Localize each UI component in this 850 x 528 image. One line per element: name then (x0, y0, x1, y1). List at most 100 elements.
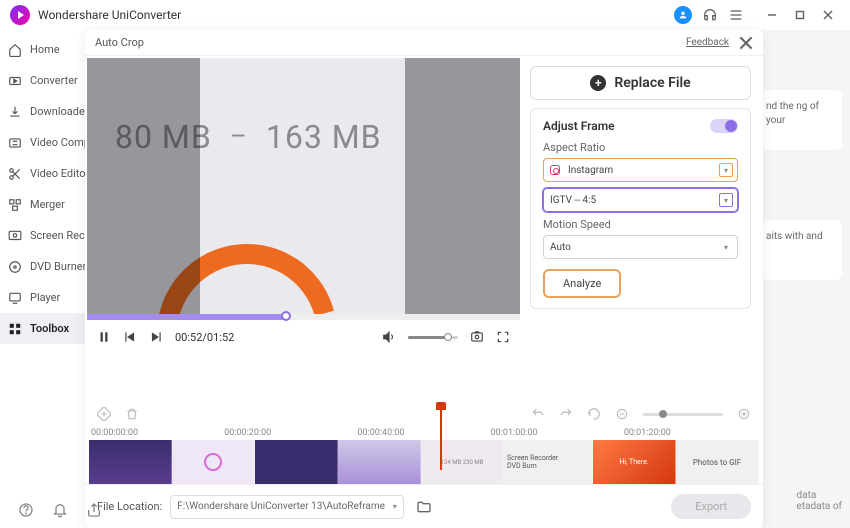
maximize-button[interactable] (788, 5, 812, 25)
chevron-down-icon: ▾ (719, 163, 733, 177)
recorder-icon (8, 229, 22, 243)
motion-speed-label: Motion Speed (543, 218, 738, 231)
adjust-frame-toggle[interactable] (710, 119, 738, 133)
sidebar-item-dvd[interactable]: DVD Burner (0, 251, 85, 282)
instagram-icon (550, 165, 560, 175)
titlebar: Wondershare UniConverter (0, 0, 850, 30)
aspect-preset-select[interactable]: IGTV -- 4:5 ▾ (543, 188, 738, 212)
sidebar-item-compressor[interactable]: Video Compressor (0, 127, 85, 158)
timeline-thumb[interactable] (338, 440, 421, 484)
bg-card: nd the ng of your (762, 90, 842, 150)
timeline-thumb[interactable] (255, 440, 338, 484)
app-title: Wondershare UniConverter (38, 8, 674, 22)
bg-card: aits with and (762, 220, 842, 280)
sidebar-label: Merger (30, 198, 65, 211)
timeline-thumb[interactable]: 124 MB 230 MB (421, 440, 504, 484)
undo-button[interactable] (531, 407, 545, 421)
plus-icon: + (590, 75, 606, 91)
playhead[interactable] (440, 406, 442, 470)
zoom-out-icon[interactable] (615, 407, 629, 421)
sidebar: Home Converter Downloader Video Compress… (0, 30, 85, 528)
converter-icon (8, 74, 22, 88)
fullscreen-button[interactable] (496, 330, 510, 344)
sidebar-label: Video Editor (30, 167, 85, 180)
app-logo (10, 5, 30, 25)
motion-speed-select[interactable]: Auto ▾ (543, 235, 738, 259)
adjust-frame-box: Adjust Frame Aspect Ratio Instagram ▾ IG… (530, 108, 751, 309)
adjust-frame-label: Adjust Frame (543, 119, 615, 133)
timeline-thumbs[interactable]: 124 MB 230 MB Screen RecorderDVD Burn Hi… (89, 440, 759, 484)
delete-clip-button[interactable] (125, 407, 139, 421)
file-location-select[interactable]: F:\Wondershare UniConverter 13\AutoRefra… (170, 495, 404, 519)
share-icon[interactable] (86, 502, 102, 518)
sidebar-item-downloader[interactable]: Downloader (0, 96, 85, 127)
sidebar-item-converter[interactable]: Converter (0, 65, 85, 96)
file-location-label: File Location: (97, 500, 162, 513)
video-progress[interactable] (87, 314, 520, 320)
reset-button[interactable] (587, 407, 601, 421)
redo-button[interactable] (559, 407, 573, 421)
timeline-thumb[interactable]: Hi, There. (593, 440, 676, 484)
progress-knob[interactable] (281, 311, 291, 321)
crop-mask-right (405, 58, 520, 314)
aspect-platform-select[interactable]: Instagram ▾ (543, 158, 738, 182)
prev-button[interactable] (123, 330, 137, 344)
panel-title: Auto Crop (95, 36, 686, 49)
timeline[interactable]: 00:00:00:00 00:00:20:00 00:00:40:00 00:0… (85, 428, 763, 484)
download-icon (8, 105, 22, 119)
zoom-in-icon[interactable] (737, 407, 751, 421)
timeline-thumb[interactable] (172, 440, 255, 484)
headset-icon[interactable] (702, 7, 718, 23)
sidebar-label: Downloader (30, 105, 85, 118)
chevron-down-icon: ▾ (393, 502, 397, 511)
timeline-thumb[interactable]: Screen RecorderDVD Burn (504, 440, 593, 484)
sidebar-label: Home (30, 43, 60, 56)
sidebar-item-toolbox[interactable]: Toolbox (0, 313, 85, 344)
user-avatar[interactable] (674, 6, 692, 24)
merge-icon (8, 198, 22, 212)
open-folder-button[interactable] (412, 495, 436, 519)
add-clip-button[interactable] (97, 407, 111, 421)
home-icon (8, 43, 22, 57)
sidebar-label: Toolbox (30, 322, 69, 335)
next-button[interactable] (149, 330, 163, 344)
minimize-button[interactable] (760, 5, 784, 25)
sidebar-item-home[interactable]: Home (0, 34, 85, 65)
volume-slider[interactable] (408, 336, 458, 339)
timeline-thumb[interactable] (89, 440, 172, 484)
bg-footer: data etadata of (797, 490, 842, 512)
timeline-tools (85, 400, 763, 428)
volume-icon[interactable] (382, 330, 396, 344)
chevron-down-icon: ▾ (719, 240, 733, 254)
sidebar-label: Converter (30, 74, 78, 87)
sidebar-item-player[interactable]: Player (0, 282, 85, 313)
sidebar-item-recorder[interactable]: Screen Recorder (0, 220, 85, 251)
export-button[interactable]: Export (671, 494, 751, 519)
sidebar-label: Screen Recorder (30, 229, 85, 242)
menu-icon[interactable] (728, 7, 744, 23)
snapshot-button[interactable] (470, 330, 484, 344)
bell-icon[interactable] (52, 502, 68, 518)
analyze-button[interactable]: Analyze (543, 269, 621, 298)
toolbox-icon (8, 322, 22, 336)
sidebar-label: Player (30, 291, 60, 304)
scissors-icon (8, 167, 22, 181)
sidebar-item-editor[interactable]: Video Editor (0, 158, 85, 189)
footer-icons (18, 502, 102, 518)
replace-file-button[interactable]: + Replace File (530, 66, 751, 100)
timeline-thumb[interactable]: Photos to GIF (676, 440, 759, 484)
crop-mask-left (87, 58, 200, 314)
close-panel-button[interactable] (739, 36, 753, 50)
sidebar-item-merger[interactable]: Merger (0, 189, 85, 220)
close-window-button[interactable] (816, 5, 840, 25)
pause-button[interactable] (97, 330, 111, 344)
disc-icon (8, 260, 22, 274)
help-icon[interactable] (18, 502, 34, 518)
video-preview[interactable]: 80 MB – 163 MB (87, 58, 520, 314)
player-icon (8, 291, 22, 305)
zoom-slider[interactable] (643, 413, 723, 416)
feedback-link[interactable]: Feedback (686, 37, 729, 48)
auto-crop-panel: Auto Crop Feedback 80 MB – 163 MB (85, 30, 763, 528)
chevron-down-icon: ▾ (719, 193, 733, 207)
sidebar-label: Video Compressor (30, 136, 85, 149)
